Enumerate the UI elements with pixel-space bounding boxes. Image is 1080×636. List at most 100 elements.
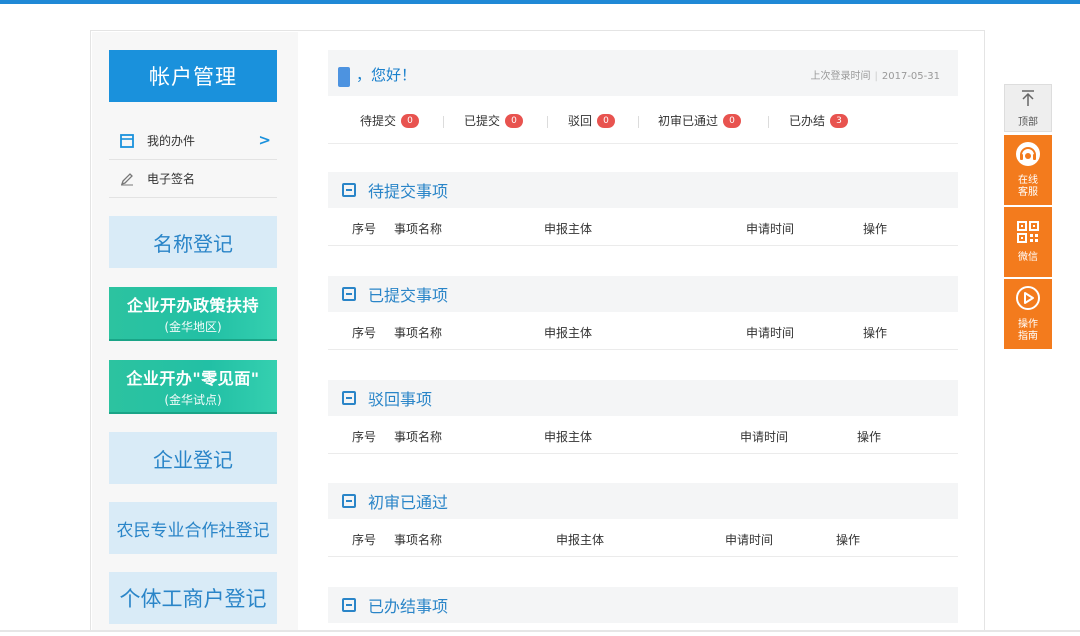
column-header: 申请时间 <box>740 430 789 444</box>
table-header: 序号 事项名称 申报主体 申请时间 操作 <box>328 312 958 350</box>
section-header: 已提交事项 <box>328 276 958 312</box>
greeting-bar: ，您好！ 上次登录时间 | 2017-05-31 <box>328 50 958 96</box>
sidebar-item-label: 我的办件 <box>147 134 196 148</box>
column-header: 申请时间 <box>725 533 774 547</box>
sidebar-item-e-signature[interactable]: 电子签名 <box>109 160 277 197</box>
count-badge: 3 <box>830 113 849 128</box>
divider <box>547 116 548 128</box>
document-icon <box>119 133 135 149</box>
column-header: 序号 <box>352 430 377 444</box>
banner-title: 企业开办政策扶持 <box>126 295 259 315</box>
sidebar-item-label: 电子签名 <box>147 172 196 186</box>
list-icon <box>342 287 356 301</box>
sidebar-item-my-cases[interactable]: 我的办件 > <box>109 122 277 159</box>
section-title: 已提交事项 <box>368 286 449 305</box>
arrow-up-icon <box>1020 89 1036 111</box>
section-title: 已办结事项 <box>368 597 449 616</box>
column-header: 序号 <box>352 533 377 547</box>
headset-icon <box>1015 141 1041 171</box>
list-icon <box>342 391 356 405</box>
column-header: 事项名称 <box>394 222 443 236</box>
top-accent-bar <box>0 0 1080 4</box>
column-header: 申报主体 <box>544 326 593 340</box>
stat-label: 驳回 <box>568 114 593 128</box>
column-header: 操作 <box>863 222 888 236</box>
zero-meeting-banner[interactable]: 企业开办"零见面" (金华试点) <box>109 360 277 412</box>
individual-business-registration-button[interactable]: 个体工商户登记 <box>109 572 277 624</box>
stat-label: 待提交 <box>360 114 397 128</box>
column-header: 申报主体 <box>544 430 593 444</box>
stat-pending-submit[interactable]: 待提交 0 <box>360 112 420 129</box>
section-submitted: 已提交事项 序号 事项名称 申报主体 申请时间 操作 <box>328 276 958 350</box>
count-badge: 0 <box>505 113 524 128</box>
play-icon <box>1015 285 1041 315</box>
column-header: 操作 <box>863 326 888 340</box>
chevron-right-icon: > <box>258 131 271 149</box>
toolbar-label: 微信 <box>1018 252 1038 263</box>
section-title: 待提交事项 <box>368 182 449 201</box>
status-summary: 待提交 0 已提交 0 驳回 0 初审已通过 0 已办结 3 <box>328 108 958 132</box>
section-title: 驳回事项 <box>368 390 433 409</box>
divider <box>443 116 444 128</box>
stat-label: 初审已通过 <box>658 114 719 128</box>
section-pending-submit: 待提交事项 序号 事项名称 申报主体 申请时间 操作 <box>328 172 958 246</box>
stat-completed[interactable]: 已办结 3 <box>789 112 849 129</box>
stat-submitted[interactable]: 已提交 0 <box>464 112 524 129</box>
pen-icon <box>119 171 135 187</box>
avatar <box>338 67 350 87</box>
list-icon <box>342 183 356 197</box>
column-header: 操作 <box>857 430 882 444</box>
column-header: 操作 <box>836 533 861 547</box>
column-header: 序号 <box>352 222 377 236</box>
section-first-review-passed: 初审已通过 序号 事项名称 申报主体 申请时间 操作 <box>328 483 958 557</box>
banner-subtitle: (金华地区) <box>164 319 222 334</box>
table-header: 序号 事项名称 申报主体 申请时间 操作 <box>328 519 958 557</box>
column-header: 事项名称 <box>394 326 443 340</box>
section-title: 初审已通过 <box>368 493 449 512</box>
last-login-date: 2017-05-31 <box>881 71 940 82</box>
column-header: 事项名称 <box>394 430 443 444</box>
section-header: 驳回事项 <box>328 380 958 416</box>
toolbar-label: 顶部 <box>1018 116 1038 128</box>
table-header: 序号 事项名称 申报主体 申请时间 操作 <box>328 208 958 246</box>
section-rejected: 驳回事项 序号 事项名称 申报主体 申请时间 操作 <box>328 380 958 454</box>
stat-label: 已提交 <box>464 114 501 128</box>
section-header: 已办结事项 <box>328 587 958 623</box>
toolbar-label: 操作指南 <box>1018 319 1038 342</box>
greeting-text: ，您好！ <box>356 66 417 84</box>
last-login-info: 上次登录时间 | 2017-05-31 <box>811 67 941 82</box>
section-header: 待提交事项 <box>328 172 958 208</box>
toolbar-label: 在线客服 <box>1018 175 1038 198</box>
startup-policy-support-banner[interactable]: 企业开办政策扶持 (金华地区) <box>109 287 277 339</box>
column-header: 申报主体 <box>544 222 593 236</box>
stat-label: 已办结 <box>789 114 826 128</box>
stat-rejected[interactable]: 驳回 0 <box>568 112 616 129</box>
online-service-button[interactable]: 在线客服 <box>1004 135 1052 205</box>
list-icon <box>342 494 356 508</box>
banner-subtitle: (金华试点) <box>164 392 222 407</box>
column-header: 序号 <box>352 326 377 340</box>
count-badge: 0 <box>723 113 742 128</box>
divider <box>638 116 639 128</box>
table-header: 序号 事项名称 申报主体 申请时间 操作 <box>328 416 958 454</box>
divider <box>768 116 769 128</box>
banner-title: 企业开办"零见面" <box>126 368 260 388</box>
enterprise-registration-button[interactable]: 企业登记 <box>109 432 277 484</box>
section-header: 初审已通过 <box>328 483 958 519</box>
count-badge: 0 <box>401 113 420 128</box>
section-completed: 已办结事项 <box>328 587 958 623</box>
name-registration-button[interactable]: 名称登记 <box>109 216 277 268</box>
account-management-header[interactable]: 帐户管理 <box>109 50 277 102</box>
bottom-border <box>0 630 1080 632</box>
sidebar-divider <box>109 197 277 198</box>
stat-first-review-passed[interactable]: 初审已通过 0 <box>658 112 742 129</box>
cooperative-registration-button[interactable]: 农民专业合作社登记 <box>109 502 277 554</box>
back-to-top-button[interactable]: 顶部 <box>1004 84 1052 132</box>
wechat-button[interactable]: 微信 <box>1004 207 1052 277</box>
column-header: 申请时间 <box>746 326 795 340</box>
column-header: 申报主体 <box>556 533 605 547</box>
separator: | <box>874 71 878 82</box>
operation-guide-button[interactable]: 操作指南 <box>1004 279 1052 349</box>
list-icon <box>342 598 356 612</box>
column-header: 事项名称 <box>394 533 443 547</box>
